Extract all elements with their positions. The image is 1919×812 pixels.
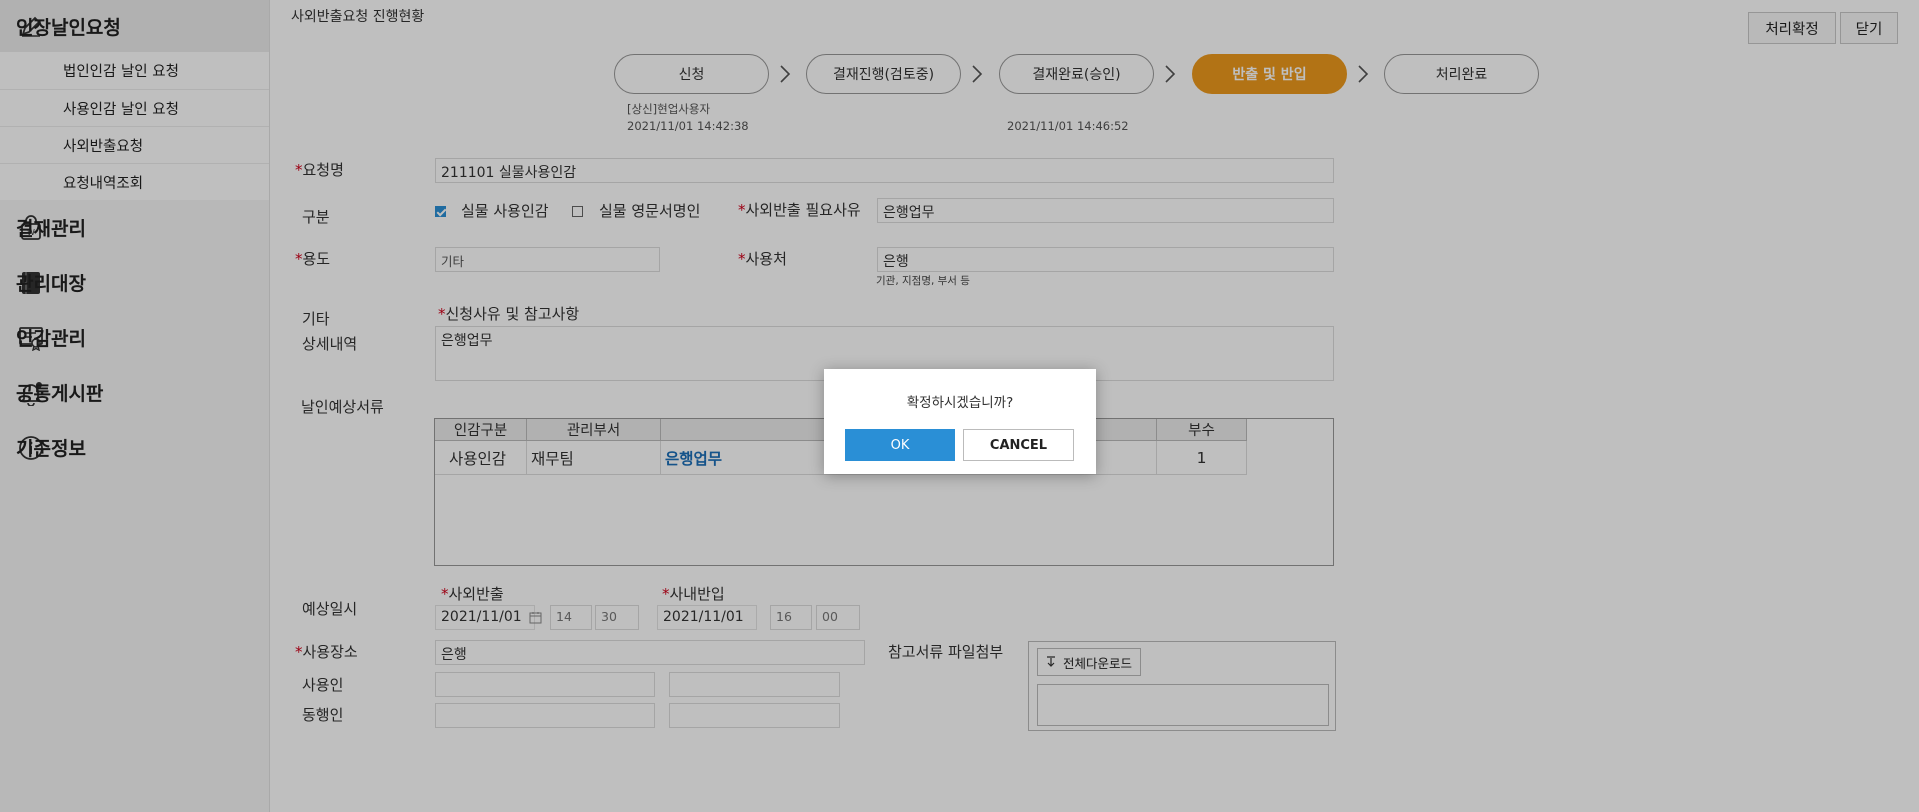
confirm-dialog: 확정하시겠습니까? OK CANCEL <box>824 369 1096 474</box>
cancel-button[interactable]: CANCEL <box>963 429 1074 461</box>
dialog-message: 확정하시겠습니까? <box>906 395 1014 411</box>
ok-button[interactable]: OK <box>845 429 955 461</box>
